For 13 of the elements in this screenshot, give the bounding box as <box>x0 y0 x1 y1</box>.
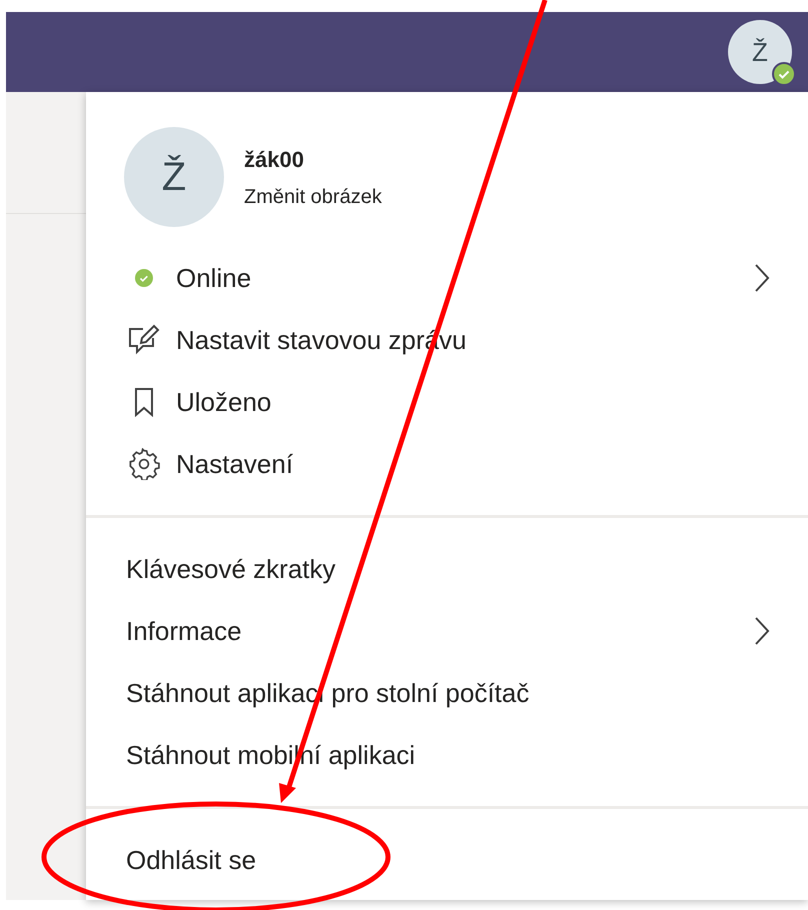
bookmark-icon <box>133 387 155 417</box>
online-status-icon <box>135 269 153 287</box>
change-picture-link[interactable]: Změnit obrázek <box>244 182 382 212</box>
menu-item[interactable]: Nastavení <box>86 433 808 495</box>
menu-item[interactable]: Uloženo <box>86 371 808 433</box>
user-name: žák00 <box>244 146 305 174</box>
menu-item[interactable]: Odhlásit se <box>86 829 808 891</box>
edit-message-icon <box>127 324 161 356</box>
profile-avatar[interactable]: Ž <box>124 127 224 227</box>
menu-item[interactable]: Klávesové zkratky <box>86 538 808 600</box>
menu-item[interactable]: Informace <box>86 600 808 662</box>
menu-item[interactable]: Online <box>86 247 808 309</box>
settings-icon <box>128 448 160 480</box>
